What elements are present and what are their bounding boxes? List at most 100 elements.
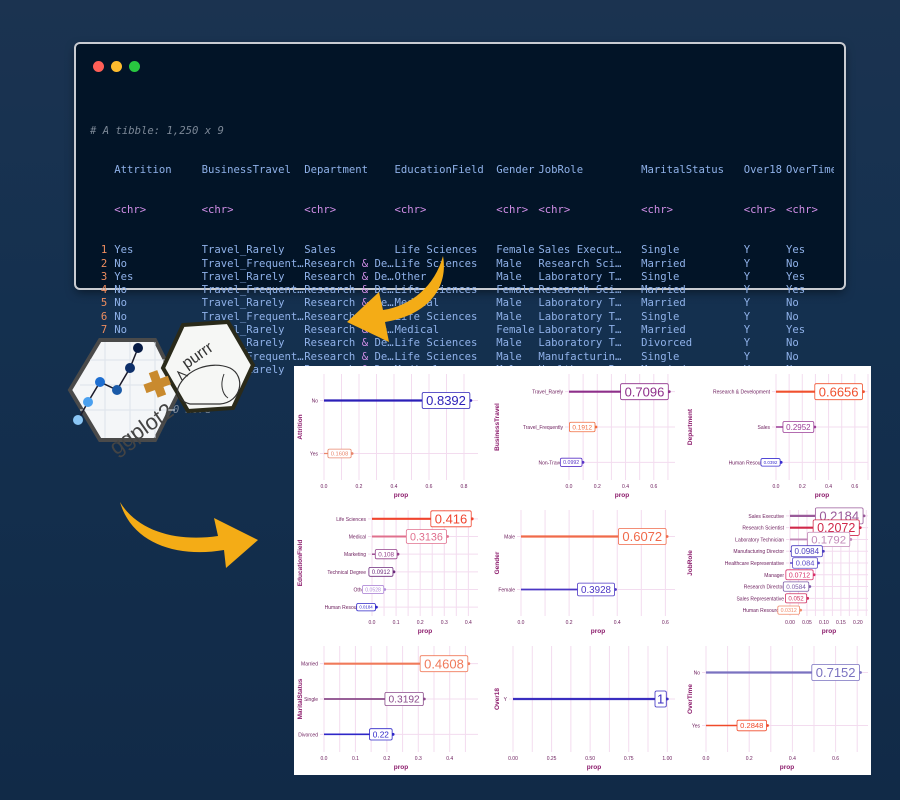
table-cell: Yes: [786, 244, 806, 257]
package-logos: ggplot2 purrr: [50, 310, 270, 480]
x-axis-title: prop: [418, 628, 432, 635]
category-label: Marketing: [344, 552, 366, 558]
table-cell: Male: [496, 350, 522, 363]
category-label: Technical Degree: [327, 570, 366, 576]
table-cell: Y: [743, 244, 751, 257]
x-axis-title: prop: [394, 764, 408, 771]
table-cell: No: [786, 310, 799, 323]
category-label: Life Sciences: [336, 517, 366, 523]
curved-arrow-icon: [347, 256, 444, 342]
x-tick-label: 0.4: [614, 620, 621, 626]
row-index: 5: [100, 297, 108, 310]
column-type: <chr>: [304, 204, 337, 217]
x-axis-title: prop: [822, 628, 836, 635]
value-label: 0.8392: [426, 393, 466, 408]
value-label: 0.4608: [424, 656, 464, 671]
x-tick-label: 0.6: [650, 484, 657, 490]
facet-educationfield: Life Sciences 0.416 Medical 0.3136 Marketing…: [297, 510, 478, 635]
x-tick-label: 0.25: [547, 756, 557, 762]
minimize-dot-icon[interactable]: [111, 61, 122, 72]
category-label: Manufacturing Director: [733, 549, 784, 555]
value-label: 0.1608: [331, 452, 349, 458]
table-cell: Y: [743, 350, 751, 363]
column-type: <chr>: [786, 204, 818, 217]
x-tick-label: 0.1: [393, 620, 400, 626]
column-header: OverTime: [786, 164, 834, 177]
table-cell: No: [786, 337, 799, 350]
x-tick-label: 1.00: [662, 756, 672, 762]
facet-maritalstatus: Married 0.4608 Single 0.3192 Divorced 0.22 0.0…: [297, 646, 478, 771]
x-tick-label: 0.0: [566, 484, 573, 490]
category-label: Research Director: [744, 585, 785, 591]
table-cell: Y: [743, 297, 751, 310]
table-cell: Male: [496, 270, 522, 283]
x-tick-label: 0.0: [518, 620, 525, 626]
x-tick-label: 0.4: [391, 484, 398, 490]
table-cell: Married: [641, 324, 686, 337]
x-tick-label: 0.0: [703, 756, 710, 762]
window-controls: [93, 61, 140, 72]
facet-jobrole: Sales Executive 0.2184Research Scientist 0…: [687, 507, 868, 635]
y-axis-title: Attrition: [297, 414, 304, 439]
x-tick-label: 0.2: [383, 756, 390, 762]
x-axis-title: prop: [815, 492, 829, 499]
table-cell: Y: [743, 337, 751, 350]
category-label: Sales: [757, 425, 770, 431]
x-tick-label: 0.00: [508, 756, 518, 762]
category-label: No: [312, 399, 319, 405]
category-label: Manager: [764, 573, 784, 579]
ampersand: &: [361, 350, 369, 363]
x-tick-label: 0.3: [441, 620, 448, 626]
row-index: 2: [100, 257, 108, 270]
table-cell: Single: [641, 310, 680, 323]
x-axis-title: prop: [615, 492, 629, 499]
x-tick-label: 0.00: [785, 620, 795, 626]
facet-gender: Male 0.6072 Female 0.3928 0.0 0.2 0.4 0.6 prop Ge…: [494, 510, 675, 635]
table-cell: Y: [743, 270, 751, 283]
value-label: 0.3928: [581, 585, 612, 596]
column-header: Department: [304, 164, 369, 177]
y-axis-title: BusinessTravel: [494, 403, 501, 451]
category-label: Travel_Rarely: [532, 390, 563, 396]
row-index: 3: [100, 270, 108, 283]
row-index: 4: [100, 284, 108, 297]
close-dot-icon[interactable]: [93, 61, 104, 72]
table-cell: No: [114, 297, 128, 310]
category-label: Research & Development: [713, 390, 771, 396]
table-cell: Y: [743, 324, 751, 337]
x-axis-title: prop: [587, 764, 601, 771]
value-label: 0.7152: [816, 665, 856, 680]
x-tick-label: 0.2: [799, 484, 806, 490]
x-tick-label: 0.4: [465, 620, 472, 626]
x-tick-label: 0.2: [417, 620, 424, 626]
maximize-dot-icon[interactable]: [129, 61, 140, 72]
table-row: 5NoTravel_RarelyResearch & De…MedicalMal…: [90, 297, 834, 310]
table-cell: No: [114, 257, 128, 270]
table-cell: Yes: [114, 270, 134, 283]
value-label: 0.3136: [410, 531, 443, 543]
table-cell: Married: [641, 297, 686, 310]
x-axis-title: prop: [591, 628, 605, 635]
y-axis-title: MaritalStatus: [297, 678, 304, 719]
table-cell: Y: [743, 310, 751, 323]
value-label: 0.0912: [372, 570, 391, 576]
category-label: Married: [301, 662, 318, 668]
index-spacer: [90, 164, 114, 177]
table-cell: Male: [496, 257, 522, 270]
category-label: Sales Executive: [748, 514, 784, 520]
column-type: <chr>: [641, 204, 673, 217]
facet-businesstravel: Travel_Rarely 0.7096 Travel_Frequently 0.19…: [494, 374, 675, 499]
x-tick-label: 0.6: [426, 484, 433, 490]
table-cell: Laboratory T…: [538, 270, 622, 283]
category-label: Travel_Frequently: [523, 425, 564, 431]
x-tick-label: 0.2: [594, 484, 601, 490]
y-axis-title: Gender: [494, 551, 501, 574]
x-tick-label: 0.50: [585, 756, 595, 762]
table-cell: Yes: [786, 284, 806, 297]
table-cell: Manufacturin…: [538, 350, 622, 363]
column-type: <chr>: [114, 204, 147, 217]
x-tick-label: 0.4: [825, 484, 832, 490]
value-label: 0.108: [378, 551, 394, 558]
column-header: MaritalStatus: [641, 164, 725, 177]
column-type: <chr>: [496, 204, 529, 217]
